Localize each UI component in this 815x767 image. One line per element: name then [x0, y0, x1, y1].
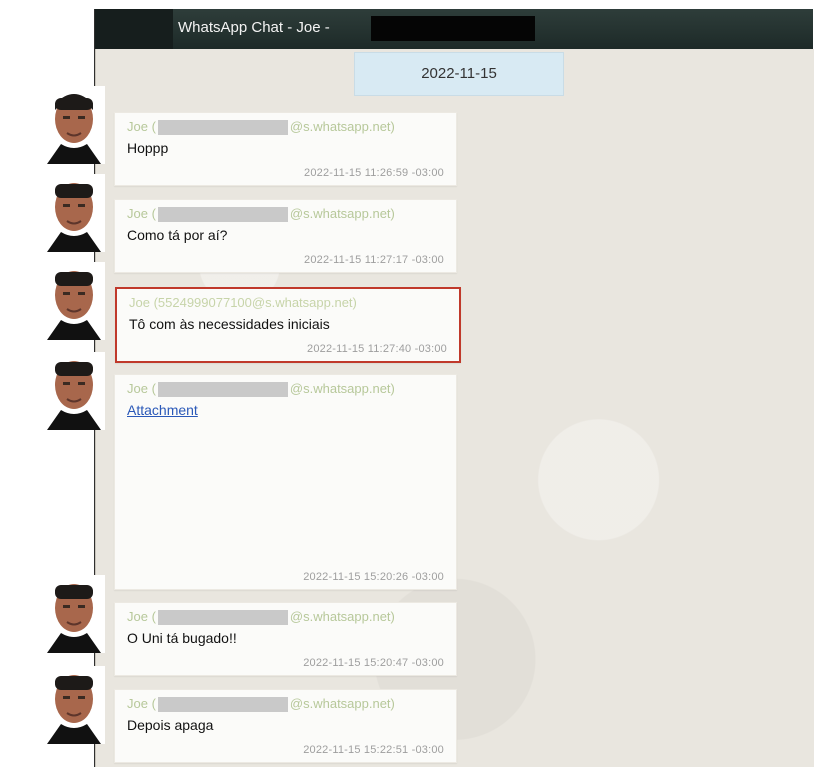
sender-suffix: @s.whatsapp.net) — [289, 696, 395, 711]
sender-suffix: @s.whatsapp.net) — [289, 206, 395, 221]
message-timestamp: 2022-11-15 15:22:51 -03:00 — [303, 744, 444, 756]
contact-avatar-icon — [43, 352, 105, 430]
message-bubble: Joe ( @s.whatsapp.net) Depois apaga 2022-… — [114, 689, 457, 763]
message-text: Tô com às necessidades iniciais — [129, 316, 330, 332]
message-text: O Uni tá bugado!! — [127, 630, 237, 646]
phone-redaction-box — [157, 207, 288, 223]
phone-redaction-box — [157, 610, 288, 626]
message-bubble: Joe (@s.whatsapp.net) O Uni tá bugado!! … — [114, 602, 457, 676]
sender-prefix: Joe ( — [127, 119, 156, 134]
title-redaction-box — [371, 16, 535, 41]
message-timestamp: 2022-11-15 11:27:40 -03:00 — [307, 343, 447, 355]
message-text: Hoppp — [127, 140, 169, 156]
titlebar-dark-block — [95, 9, 173, 49]
window-titlebar: WhatsApp Chat - Joe - — [95, 9, 813, 50]
message-timestamp: 2022-11-15 11:26:59 -03:00 — [304, 167, 444, 179]
date-separator: 2022-11-15 — [354, 52, 564, 96]
sender-prefix: Joe ( — [127, 206, 156, 221]
message-timestamp: 2022-11-15 15:20:26 -03:00 — [303, 571, 444, 583]
sender-prefix: Joe ( — [127, 381, 156, 396]
sender-suffix: @s.whatsapp.net) — [289, 381, 395, 396]
window-title: WhatsApp Chat - Joe - — [178, 19, 330, 36]
sender-suffix: @s.whatsapp.net) — [289, 119, 395, 134]
contact-avatar-icon — [43, 86, 105, 164]
message-text: Depois apaga — [127, 717, 214, 733]
contact-avatar-icon — [43, 262, 105, 340]
phone-redaction-box — [157, 382, 288, 398]
sender-prefix: Joe ( — [127, 696, 156, 711]
message-bubble: Joe ( @s.whatsapp.net) Como tá por aí? 20… — [114, 199, 457, 273]
contact-avatar-icon — [43, 666, 105, 744]
message-sender: Joe (5524999077100@s.whatsapp.net) — [129, 295, 357, 310]
message-bubble: Joe ( @s.whatsapp.net) Attachment 2022-11… — [114, 374, 457, 590]
phone-redaction-box — [157, 697, 288, 713]
message-sender: Joe ( @s.whatsapp.net) — [127, 119, 395, 136]
message-sender: Joe ( @s.whatsapp.net) — [127, 696, 395, 713]
message-bubble-highlighted: Joe (5524999077100@s.whatsapp.net) Tô co… — [115, 287, 461, 363]
message-bubble: Joe ( @s.whatsapp.net) Hoppp 2022-11-15 1… — [114, 112, 457, 186]
attachment-link[interactable]: Attachment — [127, 402, 198, 418]
sender-suffix: @s.whatsapp.net) — [289, 609, 395, 624]
phone-redaction-box — [157, 120, 288, 136]
contact-avatar-icon — [43, 174, 105, 252]
message-text: Como tá por aí? — [127, 227, 228, 243]
message-timestamp: 2022-11-15 11:27:17 -03:00 — [304, 254, 444, 266]
message-timestamp: 2022-11-15 15:20:47 -03:00 — [303, 657, 444, 669]
message-sender: Joe ( @s.whatsapp.net) — [127, 609, 395, 626]
message-sender: Joe ( @s.whatsapp.net) — [127, 381, 395, 398]
message-sender: Joe ( @s.whatsapp.net) — [127, 206, 395, 223]
sender-prefix: Joe ( — [127, 609, 156, 624]
contact-avatar-icon — [43, 575, 105, 653]
